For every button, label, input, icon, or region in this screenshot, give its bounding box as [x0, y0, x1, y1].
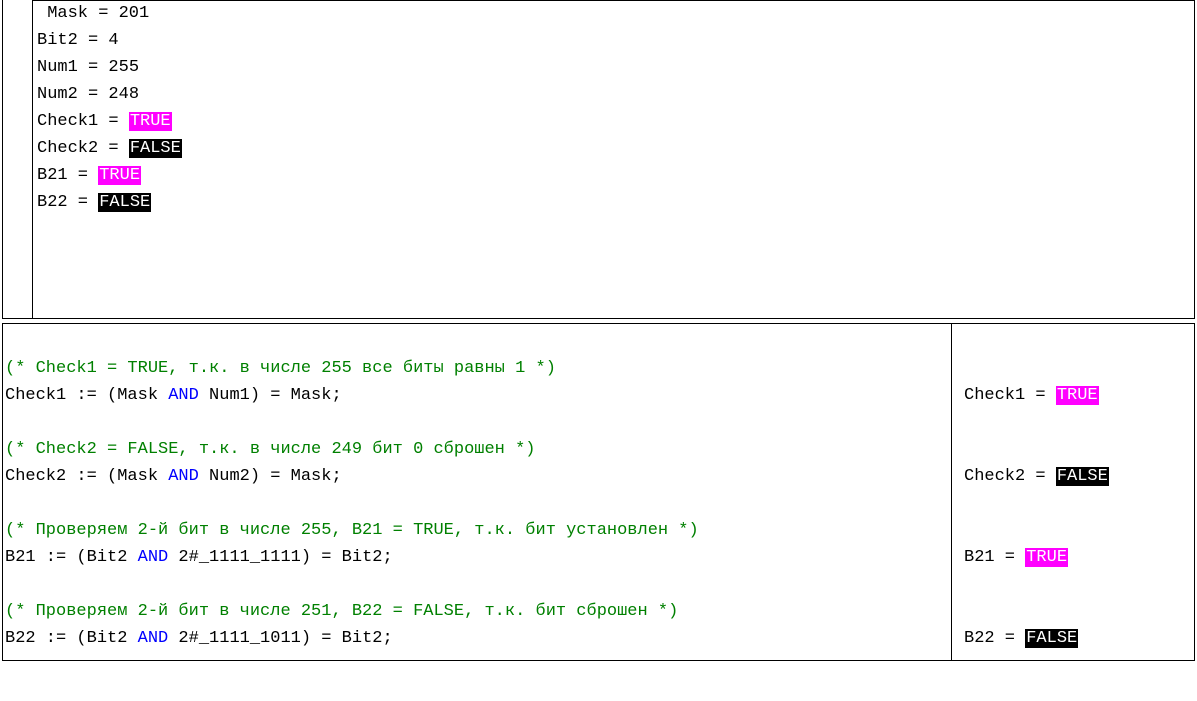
var-row: Num2 = 248 — [37, 81, 182, 108]
var-value-true: TRUE — [98, 166, 141, 185]
code-editor-pane[interactable]: (* Check1 = TRUE, т.к. в числе 255 все б… — [2, 323, 952, 661]
code-line: B21 := (Bit2 AND 2#_1111_1111) = Bit2; — [5, 544, 951, 571]
code-line: B22 := (Bit2 AND 2#_1111_1011) = Bit2; — [5, 625, 951, 652]
result-name: B22 — [964, 629, 995, 648]
code-text: Check2 := (Mask — [5, 467, 168, 486]
var-row: Mask = 201 — [37, 0, 182, 27]
code-text: Num2) = Mask; — [199, 467, 342, 486]
code-comment: (* Check1 = TRUE, т.к. в числе 255 все б… — [5, 359, 556, 378]
equals-sign: = — [98, 112, 129, 131]
keyword-and: AND — [138, 629, 169, 648]
code-text: 2#_1111_1111) = Bit2; — [168, 548, 392, 567]
equals-sign: = — [1025, 467, 1056, 486]
code-text: Num1) = Mask; — [199, 386, 342, 405]
bottom-split: (* Check1 = TRUE, т.к. в числе 255 все б… — [2, 323, 1195, 661]
result-name: B21 — [964, 548, 995, 567]
var-row: Check2 = FALSE — [37, 135, 182, 162]
code-line: Check1 := (Mask AND Num1) = Mask; — [5, 382, 951, 409]
var-row: Num1 = 255 — [37, 54, 182, 81]
gutter — [3, 0, 33, 318]
var-value: 255 — [108, 58, 139, 77]
equals-sign: = — [88, 4, 119, 23]
equals-sign: = — [995, 548, 1026, 567]
result-value-false: FALSE — [1056, 467, 1109, 486]
result-value-true: TRUE — [1056, 386, 1099, 405]
var-row: B21 = TRUE — [37, 162, 182, 189]
equals-sign: = — [78, 85, 109, 104]
equals-sign: = — [995, 629, 1026, 648]
var-name: Num2 — [37, 85, 78, 104]
var-name: Check1 — [37, 112, 98, 131]
var-name: Check2 — [37, 139, 98, 158]
var-row: Check1 = TRUE — [37, 108, 182, 135]
var-value-false: FALSE — [129, 139, 182, 158]
result-value-true: TRUE — [1025, 548, 1068, 567]
result-value-false: FALSE — [1025, 629, 1078, 648]
variable-list: Mask = 201 Bit2 = 4 Num1 = 255 Num2 = 24… — [33, 0, 182, 318]
var-name: Bit2 — [37, 31, 78, 50]
result-row: Check2 = FALSE — [964, 463, 1194, 490]
online-values-pane: Check1 = TRUE Check2 = FALSE B21 = TRUE … — [952, 323, 1195, 661]
code-text: B21 := (Bit2 — [5, 548, 138, 567]
var-value: 4 — [108, 31, 118, 50]
var-row: B22 = FALSE — [37, 189, 182, 216]
keyword-and: AND — [168, 467, 199, 486]
code-text: Check1 := (Mask — [5, 386, 168, 405]
equals-sign: = — [78, 58, 109, 77]
result-row: B22 = FALSE — [964, 625, 1194, 652]
var-name: Mask — [47, 4, 88, 23]
equals-sign: = — [68, 193, 99, 212]
result-name: Check1 — [964, 386, 1025, 405]
code-line: Check2 := (Mask AND Num2) = Mask; — [5, 463, 951, 490]
code-comment: (* Check2 = FALSE, т.к. в числе 249 бит … — [5, 440, 536, 459]
keyword-and: AND — [138, 548, 169, 567]
var-name: Num1 — [37, 58, 78, 77]
code-comment: (* Проверяем 2-й бит в числе 251, B22 = … — [5, 602, 678, 621]
result-row: Check1 = TRUE — [964, 382, 1194, 409]
equals-sign: = — [1025, 386, 1056, 405]
result-name: Check2 — [964, 467, 1025, 486]
var-value-true: TRUE — [129, 112, 172, 131]
keyword-and: AND — [168, 386, 199, 405]
code-text: B22 := (Bit2 — [5, 629, 138, 648]
code-text: 2#_1111_1011) = Bit2; — [168, 629, 392, 648]
equals-sign: = — [68, 166, 99, 185]
var-name: B22 — [37, 193, 68, 212]
var-name: B21 — [37, 166, 68, 185]
var-value: 201 — [119, 4, 150, 23]
code-comment: (* Проверяем 2-й бит в числе 255, B21 = … — [5, 521, 699, 540]
equals-sign: = — [98, 139, 129, 158]
equals-sign: = — [78, 31, 109, 50]
var-row: Bit2 = 4 — [37, 27, 182, 54]
var-value: 248 — [108, 85, 139, 104]
variable-declaration-pane: Mask = 201 Bit2 = 4 Num1 = 255 Num2 = 24… — [2, 0, 1195, 319]
result-row: B21 = TRUE — [964, 544, 1194, 571]
var-value-false: FALSE — [98, 193, 151, 212]
